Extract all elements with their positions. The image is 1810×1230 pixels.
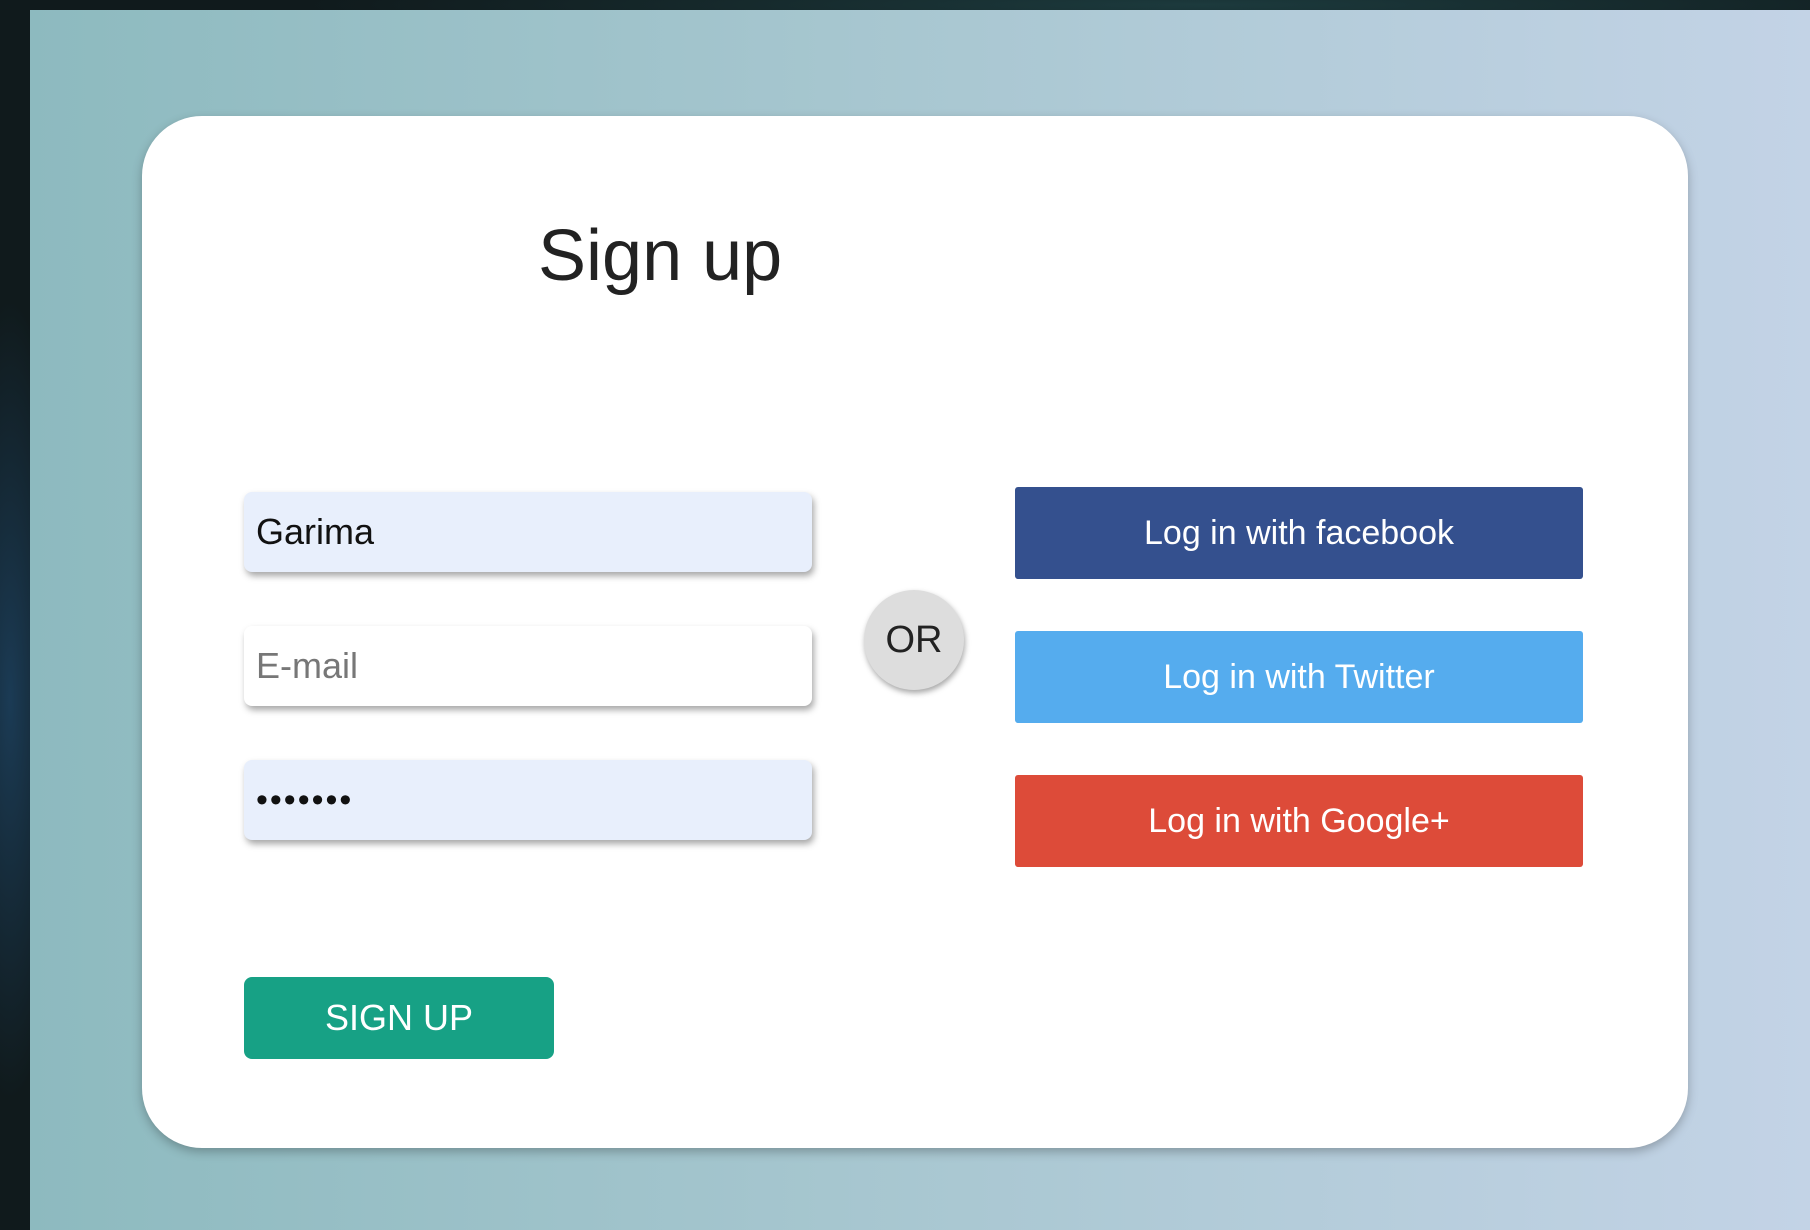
signup-button[interactable]: SIGN UP	[244, 977, 554, 1059]
page-title: Sign up	[538, 216, 783, 296]
signup-card: Sign up SIGN UP OR Log in with facebook …	[142, 116, 1688, 1148]
email-input[interactable]	[244, 626, 812, 706]
page-viewport: Sign up SIGN UP OR Log in with facebook …	[30, 10, 1810, 1230]
google-login-button[interactable]: Log in with Google+	[1015, 775, 1583, 867]
or-divider: OR	[864, 590, 964, 690]
twitter-login-button[interactable]: Log in with Twitter	[1015, 631, 1583, 723]
facebook-login-button[interactable]: Log in with facebook	[1015, 487, 1583, 579]
password-input[interactable]	[244, 760, 812, 840]
name-input[interactable]	[244, 492, 812, 572]
